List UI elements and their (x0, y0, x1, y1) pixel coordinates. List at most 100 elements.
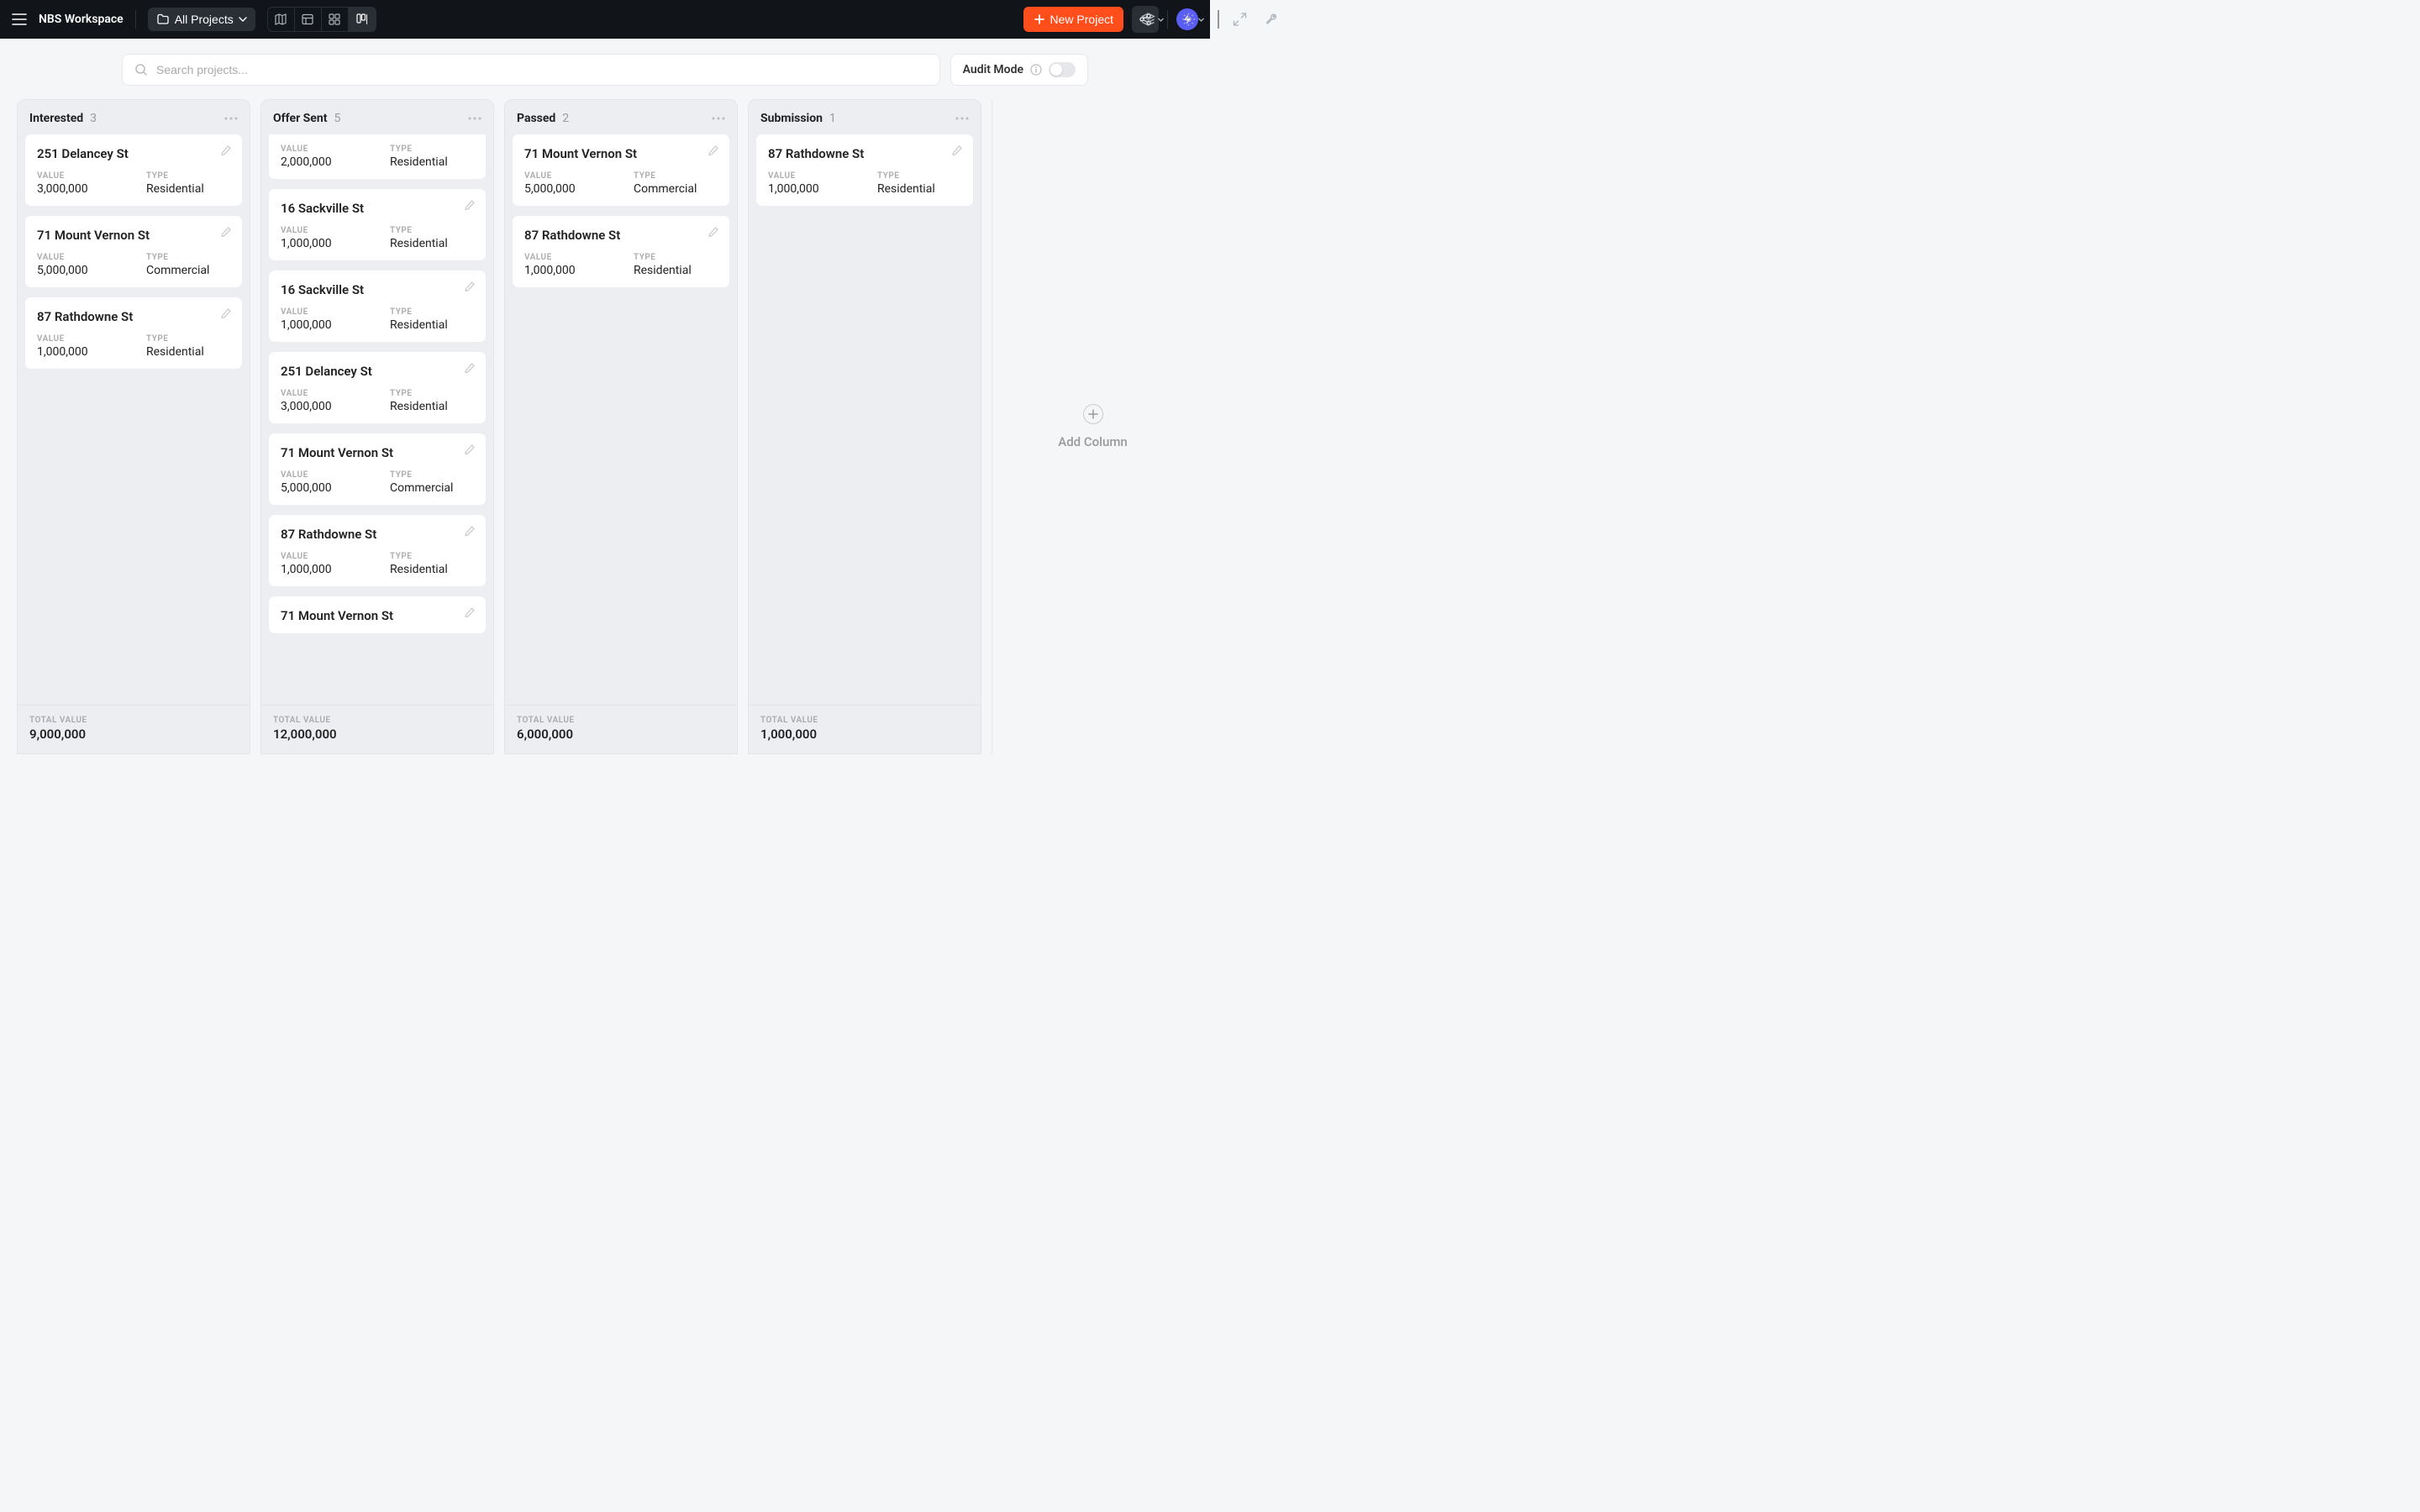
edit-card-icon[interactable] (707, 226, 719, 239)
grid-icon (328, 13, 341, 26)
project-card[interactable]: 16 Sackville St VALUE1,000,000 TYPEResid… (268, 270, 487, 343)
info-icon[interactable] (1030, 64, 1042, 76)
value-label: VALUE (524, 171, 600, 181)
total-value: 9,000,000 (29, 727, 238, 742)
type-label: TYPE (390, 226, 466, 235)
edit-card-icon[interactable] (463, 199, 476, 212)
audit-mode-toggle[interactable] (1049, 62, 1076, 77)
project-card[interactable]: 251 Delancey St VALUE3,000,000 TYPEResid… (268, 351, 487, 424)
tools-button[interactable] (1261, 8, 1283, 30)
column-body: 87 Rathdowne St VALUE1,000,000 TYPEResid… (749, 134, 981, 705)
kanban-icon (355, 13, 369, 26)
column-footer: TOTAL VALUE 6,000,000 (505, 705, 737, 753)
edit-card-icon[interactable] (707, 144, 719, 157)
card-type: Residential (390, 237, 466, 250)
edit-card-icon[interactable] (463, 444, 476, 456)
column-count: 2 (562, 112, 569, 125)
edit-card-icon[interactable] (950, 144, 963, 157)
value-label: VALUE (281, 470, 356, 480)
project-card[interactable]: 71 Mount Vernon St VALUE5,000,000 TYPECo… (24, 215, 243, 288)
type-label: TYPE (877, 171, 953, 181)
column-footer: TOTAL VALUE 12,000,000 (261, 705, 493, 753)
card-value: 1,000,000 (281, 318, 356, 332)
folder-icon (156, 13, 170, 26)
expand-button[interactable] (1229, 8, 1251, 30)
project-card[interactable]: 71 Mount Vernon St (268, 596, 487, 634)
search-wrapper[interactable] (122, 54, 940, 86)
card-title: 16 Sackville St (281, 201, 474, 216)
column-header: Passed 2 (505, 100, 737, 134)
column-header: Submission 1 (749, 100, 981, 134)
project-card[interactable]: VALUE2,000,000 TYPEResidential (268, 134, 487, 180)
card-type: Residential (877, 182, 953, 196)
card-title: 87 Rathdowne St (524, 228, 718, 243)
total-value: 12,000,000 (273, 727, 481, 742)
column-header: Offer Sent 5 (261, 100, 493, 134)
app-header: NBS Workspace All Projects (0, 0, 1210, 39)
project-card[interactable]: 87 Rathdowne St VALUE1,000,000 TYPEResid… (24, 297, 243, 370)
add-column-button[interactable] (1083, 404, 1103, 424)
projects-dropdown[interactable]: All Projects (148, 8, 255, 31)
card-title: 71 Mount Vernon St (524, 146, 718, 161)
view-table-button[interactable] (295, 8, 322, 31)
view-toggle-group (267, 7, 376, 32)
type-label: TYPE (390, 307, 466, 317)
kanban-column: Passed 2 71 Mount Vernon St VALUE5,000,0… (504, 99, 738, 754)
hamburger-menu-icon[interactable] (12, 13, 27, 25)
edit-card-icon[interactable] (219, 226, 232, 239)
card-type: Residential (146, 345, 222, 359)
new-project-button[interactable]: New Project (1023, 7, 1123, 32)
layers-button[interactable] (1138, 8, 1168, 30)
edit-card-icon[interactable] (463, 281, 476, 293)
edit-card-icon[interactable] (463, 525, 476, 538)
edit-card-icon[interactable] (219, 307, 232, 320)
add-column-label: Add Column (1058, 434, 1127, 449)
wrench-icon (1265, 12, 1280, 27)
card-title: 16 Sackville St (281, 282, 474, 297)
project-card[interactable]: 16 Sackville St VALUE1,000,000 TYPEResid… (268, 188, 487, 261)
card-value: 3,000,000 (37, 182, 113, 196)
project-card[interactable]: 87 Rathdowne St VALUE1,000,000 TYPEResid… (755, 134, 974, 207)
project-card[interactable]: 87 Rathdowne St VALUE1,000,000 TYPEResid… (512, 215, 730, 288)
type-label: TYPE (390, 552, 466, 561)
value-label: VALUE (281, 307, 356, 317)
project-card[interactable]: 87 Rathdowne St VALUE1,000,000 TYPEResid… (268, 514, 487, 587)
project-card[interactable]: 71 Mount Vernon St VALUE5,000,000 TYPECo… (268, 433, 487, 506)
edit-card-icon[interactable] (463, 606, 476, 619)
view-grid-button[interactable] (322, 8, 349, 31)
project-card[interactable]: 71 Mount Vernon St VALUE5,000,000 TYPECo… (512, 134, 730, 207)
plus-icon (1088, 409, 1098, 419)
value-label: VALUE (37, 334, 113, 344)
edit-card-icon[interactable] (463, 362, 476, 375)
project-card[interactable]: 251 Delancey St VALUE3,000,000 TYPEResid… (24, 134, 243, 207)
layers-icon (1141, 12, 1156, 27)
chevron-down-icon (239, 17, 247, 22)
card-value: 5,000,000 (281, 481, 356, 495)
search-icon (134, 63, 148, 76)
column-body: 251 Delancey St VALUE3,000,000 TYPEResid… (18, 134, 250, 705)
card-type: Residential (390, 318, 466, 332)
column-menu-icon[interactable] (955, 117, 969, 120)
value-label: VALUE (524, 253, 600, 262)
projects-dropdown-label: All Projects (175, 13, 234, 26)
value-label: VALUE (37, 253, 113, 262)
card-title: 87 Rathdowne St (768, 146, 961, 161)
card-title: 87 Rathdowne St (281, 527, 474, 542)
column-body: 71 Mount Vernon St VALUE5,000,000 TYPECo… (505, 134, 737, 705)
column-menu-icon[interactable] (224, 117, 238, 120)
chevron-down-icon (1198, 18, 1205, 22)
type-label: TYPE (146, 334, 222, 344)
type-label: TYPE (390, 470, 466, 480)
value-label: VALUE (281, 226, 356, 235)
search-input[interactable] (156, 63, 928, 76)
settings-button[interactable] (1178, 8, 1208, 30)
divider (1218, 10, 1219, 29)
edit-card-icon[interactable] (219, 144, 232, 157)
kanban-board: Interested 3 251 Delancey St VALUE3,000,… (0, 94, 1210, 754)
column-menu-icon[interactable] (468, 117, 481, 120)
chevron-down-icon (1158, 18, 1165, 22)
view-kanban-button[interactable] (349, 8, 376, 31)
column-count: 3 (90, 112, 97, 125)
column-menu-icon[interactable] (712, 117, 725, 120)
view-map-button[interactable] (268, 8, 295, 31)
